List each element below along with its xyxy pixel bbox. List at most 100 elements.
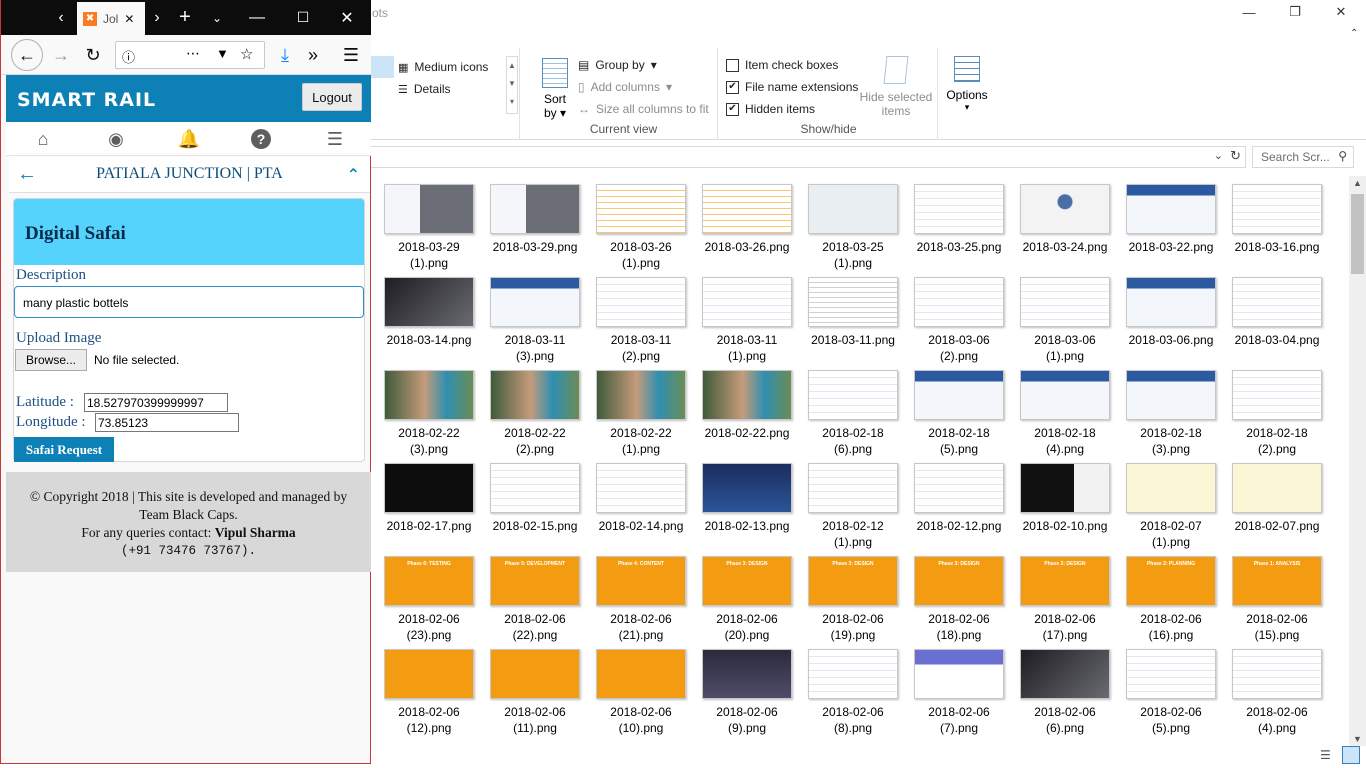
file-item[interactable]: 2018-02-22 (2).png xyxy=(482,370,588,460)
reload-icon[interactable]: ↻ xyxy=(77,39,109,71)
bookmark-star-icon[interactable]: ☆ xyxy=(240,45,253,63)
file-item[interactable]: 2018-02-06 (8).png xyxy=(800,649,906,739)
address-bar[interactable]: ⌄ ↻ xyxy=(370,146,1246,168)
file-item[interactable]: 2018-02-06 (10).png xyxy=(588,649,694,739)
safai-request-button[interactable]: Safai Request xyxy=(14,437,114,462)
refresh-icon[interactable]: ↻ xyxy=(1230,148,1241,164)
list-all-tabs-icon[interactable]: ⌄ xyxy=(205,0,229,35)
bell-icon[interactable]: 🔔 xyxy=(177,127,201,151)
search-input[interactable]: Search Scr... ⚲ xyxy=(1252,146,1354,168)
file-item[interactable]: 2018-03-25 (1).png xyxy=(800,184,906,274)
file-item[interactable]: 2018-02-12 (1).png xyxy=(800,463,906,553)
ribbon-collapse-icon[interactable]: ⌃ xyxy=(1350,28,1358,39)
item-check-boxes-toggle[interactable]: Item check boxes xyxy=(726,58,838,72)
file-item[interactable]: 2018-02-06 (5).png xyxy=(1118,649,1224,739)
help-icon[interactable]: ? xyxy=(249,127,273,151)
file-item[interactable]: 2018-03-26.png xyxy=(694,184,800,274)
file-item[interactable]: Phase 3: DESIGN 2018-02-06 (17).png xyxy=(1012,556,1118,646)
hide-selected-button[interactable]: Hide selected items xyxy=(858,56,934,118)
file-item[interactable]: 2018-03-11 (3).png xyxy=(482,277,588,367)
tab-scroll-left-icon[interactable]: ‹ xyxy=(49,0,73,35)
file-item[interactable]: Phase 3: DESIGN 2018-02-06 (20).png xyxy=(694,556,800,646)
scrollbar-thumb[interactable] xyxy=(1351,194,1364,274)
vertical-scrollbar[interactable]: ▲ ▼ xyxy=(1349,176,1366,746)
chevron-up-icon[interactable]: ⌃ xyxy=(347,165,360,185)
file-item[interactable]: 2018-02-14.png xyxy=(588,463,694,553)
address-dropdown-icon[interactable]: ⌄ xyxy=(1214,149,1223,162)
file-item[interactable]: 2018-02-06 (11).png xyxy=(482,649,588,739)
file-item[interactable]: 2018-03-04.png xyxy=(1224,277,1330,367)
user-icon[interactable]: ◉ xyxy=(104,127,128,151)
close-button[interactable]: ✕ xyxy=(1318,0,1364,24)
hidden-items-toggle[interactable]: ✔ Hidden items xyxy=(726,102,815,116)
file-item[interactable]: 2018-02-22 (1).png xyxy=(588,370,694,460)
file-item[interactable]: Phase 6: TESTING 2018-02-06 (23).png xyxy=(376,556,482,646)
home-icon[interactable]: ⌂ xyxy=(31,127,55,151)
minimize-button[interactable]: — xyxy=(1226,0,1272,24)
file-item[interactable]: 2018-02-12.png xyxy=(906,463,1012,553)
scroll-up-icon[interactable]: ▲ xyxy=(1353,178,1362,188)
file-item[interactable]: 2018-02-22.png xyxy=(694,370,800,460)
close-window-icon[interactable]: ✕ xyxy=(335,0,359,35)
file-item[interactable]: 2018-02-17.png xyxy=(376,463,482,553)
add-columns-button[interactable]: ▯ Add columns ▾ xyxy=(578,80,672,94)
hidden-items-checkbox[interactable]: ✔ xyxy=(726,102,739,116)
sort-by-button[interactable]: Sort by ▾ xyxy=(540,58,570,120)
forward-icon[interactable]: → xyxy=(45,39,77,71)
details-view-icon[interactable]: ☰ xyxy=(1320,748,1331,762)
file-item[interactable]: 2018-03-11 (1).png xyxy=(694,277,800,367)
file-item[interactable]: 2018-02-06 (9).png xyxy=(694,649,800,739)
logout-button[interactable]: Logout xyxy=(302,83,362,111)
large-icons-view-icon[interactable] xyxy=(1342,746,1360,764)
menu-icon[interactable]: ☰ xyxy=(323,127,347,151)
file-item[interactable]: 2018-03-29 (1).png xyxy=(376,184,482,274)
page-actions-icon[interactable]: ⋯ xyxy=(186,45,200,62)
file-item[interactable]: 2018-02-18 (2).png xyxy=(1224,370,1330,460)
file-item[interactable]: Phase 4: CONTENT 2018-02-06 (21).png xyxy=(588,556,694,646)
options-button[interactable]: Options ▾ xyxy=(944,56,990,113)
active-tab[interactable]: ✖ Jol ✕ xyxy=(77,2,145,35)
item-check-boxes-checkbox[interactable] xyxy=(726,58,739,72)
file-item[interactable]: 2018-02-06 (4).png xyxy=(1224,649,1330,739)
file-item[interactable]: 2018-02-13.png xyxy=(694,463,800,553)
latitude-input[interactable]: 18.527970399999997 xyxy=(84,393,228,412)
file-item[interactable]: 2018-03-11 (2).png xyxy=(588,277,694,367)
file-item[interactable]: Phase 2: PLANNING 2018-02-06 (16).png xyxy=(1118,556,1224,646)
pocket-icon[interactable]: ▼ xyxy=(216,46,229,61)
file-item[interactable]: 2018-02-06 (7).png xyxy=(906,649,1012,739)
file-item[interactable]: 2018-03-16.png xyxy=(1224,184,1330,274)
new-tab-icon[interactable]: + xyxy=(173,0,197,35)
file-item[interactable]: 2018-02-18 (4).png xyxy=(1012,370,1118,460)
file-item[interactable]: 2018-02-07.png xyxy=(1224,463,1330,553)
back-icon[interactable]: ← xyxy=(11,39,43,71)
file-item[interactable]: 2018-03-06 (1).png xyxy=(1012,277,1118,367)
file-item[interactable]: 2018-03-25.png xyxy=(906,184,1012,274)
file-item[interactable]: 2018-03-06.png xyxy=(1118,277,1224,367)
file-item[interactable]: 2018-02-22 (3).png xyxy=(376,370,482,460)
hamburger-menu-icon[interactable]: ☰ xyxy=(335,39,367,71)
group-by-button[interactable]: ▤ Group by ▾ xyxy=(578,58,657,72)
layout-scroll[interactable]: ▲ ▼ ▾ xyxy=(506,56,518,114)
file-item[interactable]: Phase 3: DESIGN 2018-02-06 (18).png xyxy=(906,556,1012,646)
layout-details[interactable]: ☰ Details xyxy=(398,82,451,96)
file-item[interactable]: Phase 1: ANALYSIS 2018-02-06 (15).png xyxy=(1224,556,1330,646)
file-item[interactable]: Phase 3: DESIGN 2018-02-06 (19).png xyxy=(800,556,906,646)
maximize-icon[interactable]: ☐ xyxy=(291,0,315,35)
longitude-input[interactable]: 73.85123 xyxy=(95,413,239,432)
file-item[interactable]: 2018-03-06 (2).png xyxy=(906,277,1012,367)
file-item[interactable]: 2018-03-14.png xyxy=(376,277,482,367)
scroll-down-icon[interactable]: ▼ xyxy=(1353,734,1362,744)
tab-close-icon[interactable]: ✕ xyxy=(124,12,134,26)
file-item[interactable]: 2018-03-22.png xyxy=(1118,184,1224,274)
restore-button[interactable]: ❐ xyxy=(1272,0,1318,24)
file-item[interactable]: 2018-02-18 (3).png xyxy=(1118,370,1224,460)
site-info-icon[interactable]: ⓘ xyxy=(122,47,135,66)
file-name-extensions-toggle[interactable]: ✔ File name extensions xyxy=(726,80,858,94)
file-item[interactable]: 2018-02-07 (1).png xyxy=(1118,463,1224,553)
file-item[interactable]: 2018-02-15.png xyxy=(482,463,588,553)
size-columns-button[interactable]: ↔ Size all columns to fit xyxy=(578,102,709,116)
minimize-icon[interactable]: — xyxy=(245,0,269,35)
browse-button[interactable]: Browse... xyxy=(15,349,87,371)
overflow-menu-icon[interactable]: » xyxy=(297,39,329,71)
file-item[interactable]: 2018-03-26 (1).png xyxy=(588,184,694,274)
